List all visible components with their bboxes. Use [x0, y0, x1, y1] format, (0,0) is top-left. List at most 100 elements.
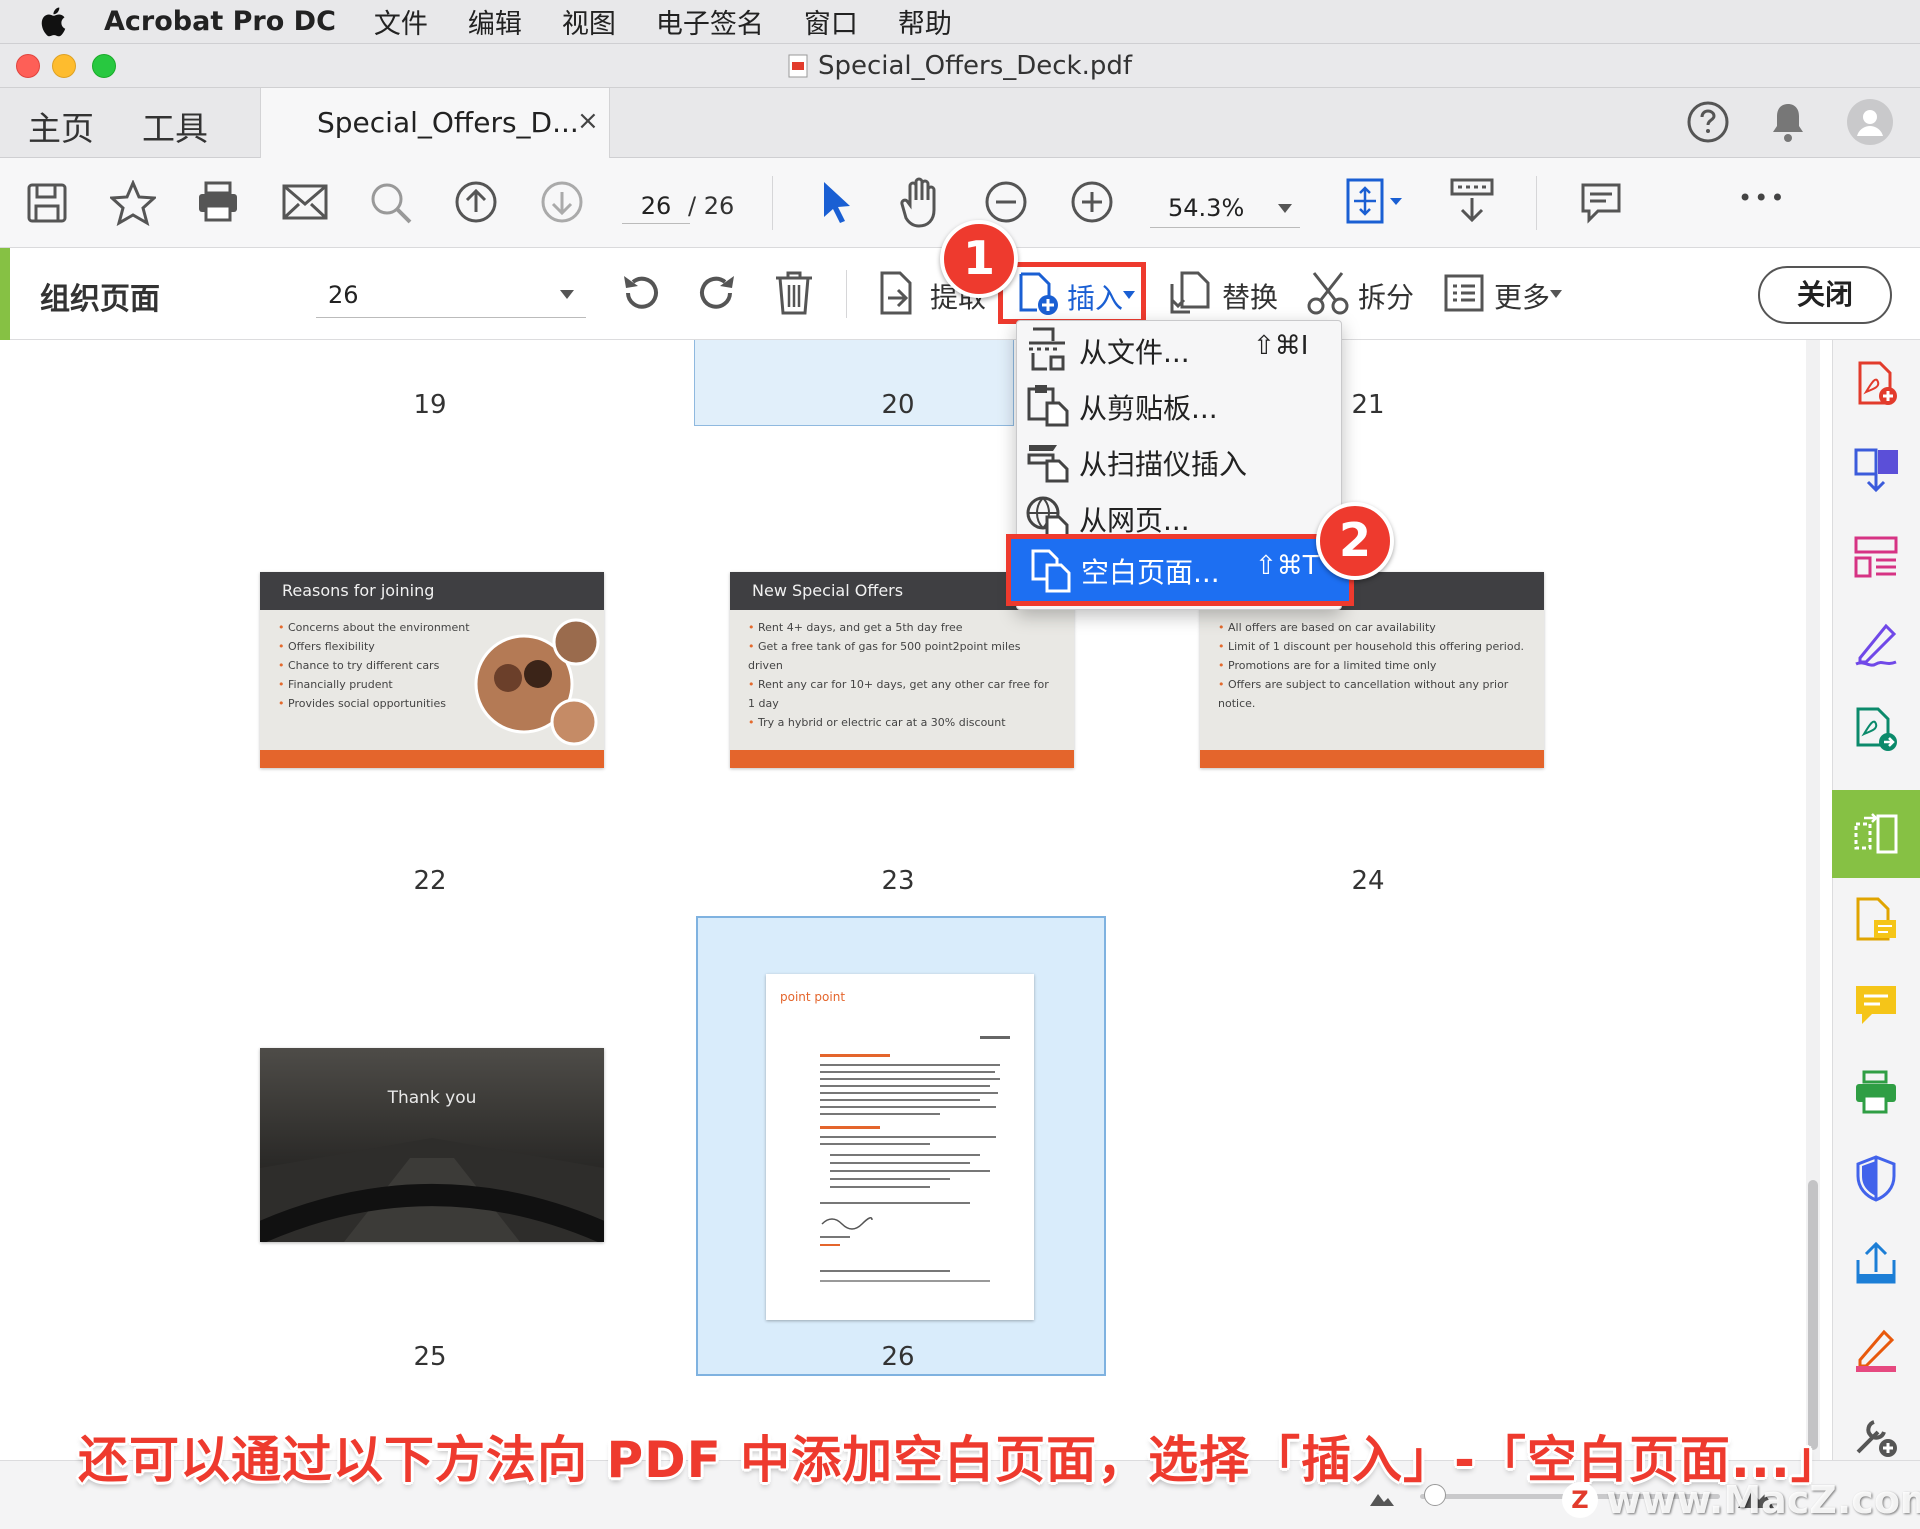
menu-item-label: 从文件... — [1079, 336, 1190, 369]
replace-icon[interactable] — [1168, 270, 1212, 316]
list-item: Promotions are for a limited time only — [1218, 656, 1526, 675]
menu-esign[interactable]: 电子签名 — [656, 2, 764, 41]
select-arrow-icon[interactable] — [818, 178, 856, 226]
road-steering-wheel-image — [260, 1138, 604, 1242]
menu-item-from-file[interactable]: 从文件... ⇧⌘I — [1017, 321, 1343, 375]
edit-pdf-layout-icon[interactable] — [1852, 534, 1900, 582]
menu-edit[interactable]: 编辑 — [468, 2, 522, 41]
watermark-logo: Z — [1562, 1482, 1598, 1518]
page-22-thumbnail[interactable]: Reasons for joining Concerns about the e… — [260, 572, 604, 768]
tab-document-label: Special_Offers_D... — [317, 106, 579, 139]
document-text-lines — [820, 1036, 1010, 1282]
menu-item-shortcut: ⇧⌘I — [1253, 331, 1309, 361]
previous-page-icon[interactable] — [454, 180, 498, 224]
people-photo-collage — [474, 618, 600, 746]
menu-item-blank-page[interactable]: 空白页面... ⇧⌘T — [1006, 534, 1354, 606]
list-item: Try a hybrid or electric car at a 30% di… — [748, 713, 1056, 732]
search-zoom-icon[interactable] — [368, 180, 414, 226]
step-badge-2: 2 — [1316, 502, 1394, 580]
page-range-value: 26 — [328, 281, 359, 309]
chevron-down-icon — [560, 290, 574, 299]
apple-icon[interactable] — [38, 5, 72, 39]
list-item: Get a free tank of gas for 500 point2poi… — [748, 637, 1056, 675]
scrollbar-thumb[interactable] — [1808, 1180, 1818, 1450]
bell-icon[interactable] — [1768, 100, 1808, 144]
export-pdf-icon[interactable] — [1852, 706, 1900, 754]
list-item: All offers are based on car availability — [1218, 618, 1526, 637]
slide-text: Thank you — [387, 1088, 477, 1108]
menu-item-from-clipboard[interactable]: 从剪贴板... — [1017, 377, 1343, 431]
slide-title: Reasons for joining — [260, 572, 604, 610]
trash-icon[interactable] — [774, 270, 814, 316]
title-bar: Special_Offers_Deck.pdf — [0, 44, 1920, 88]
next-page-icon[interactable] — [540, 180, 584, 224]
page-number-input[interactable]: 26 — [622, 188, 690, 224]
page-range-select[interactable]: 26 — [316, 272, 586, 318]
menu-item-label: 从扫描仪插入 — [1079, 448, 1248, 481]
page-label-23: 23 — [881, 866, 915, 896]
chevron-down-icon — [1278, 204, 1292, 213]
hand-tool-icon[interactable] — [896, 176, 946, 228]
toolbar-divider — [846, 270, 847, 318]
more-options-icon[interactable] — [1444, 274, 1484, 312]
menu-item-shortcut: ⇧⌘T — [1255, 551, 1319, 581]
email-icon[interactable] — [282, 184, 328, 220]
share-upload-icon[interactable] — [1852, 1240, 1900, 1288]
comment-tool-icon[interactable] — [1852, 896, 1900, 944]
print-production-icon[interactable] — [1852, 1068, 1900, 1116]
page-label-19: 19 — [413, 390, 447, 420]
protect-shield-icon[interactable] — [1852, 1154, 1900, 1202]
combine-files-icon[interactable] — [1852, 446, 1900, 494]
help-icon[interactable] — [1686, 100, 1730, 144]
fill-sign-icon[interactable] — [1852, 620, 1900, 668]
organize-pages-title: 组织页面 — [40, 282, 160, 317]
menu-file[interactable]: 文件 — [374, 2, 428, 41]
menu-help[interactable]: 帮助 — [898, 2, 952, 41]
tab-document[interactable]: Special_Offers_D... × — [260, 88, 610, 158]
insert-button[interactable]: 插入 — [998, 262, 1146, 324]
slide-footer-bar — [730, 750, 1074, 768]
zoom-in-icon[interactable] — [1070, 180, 1114, 224]
page-25-thumbnail[interactable]: Thank you — [260, 1048, 604, 1242]
more-tools-button[interactable]: ••• — [1738, 184, 1786, 212]
rotate-cw-icon[interactable] — [694, 270, 740, 316]
replace-button[interactable]: 替换 — [1222, 276, 1278, 316]
menu-item-label: 空白页面... — [1081, 556, 1220, 589]
tab-close-button[interactable]: × — [577, 106, 599, 136]
zoom-level-select[interactable]: 54.3% — [1150, 188, 1300, 228]
list-item: Limit of 1 discount per household this o… — [1218, 637, 1526, 656]
redact-pen-icon[interactable] — [1852, 1326, 1900, 1374]
slide-bullet-list: All offers are based on car availability… — [1200, 610, 1544, 721]
create-pdf-icon[interactable] — [1852, 360, 1900, 408]
menu-item-from-scanner[interactable]: 从扫描仪插入 — [1017, 433, 1343, 487]
comment-icon[interactable] — [1580, 182, 1622, 224]
fit-page-icon[interactable] — [1346, 178, 1406, 224]
tab-home[interactable]: 主页 — [28, 102, 94, 150]
more-button[interactable]: 更多 — [1494, 276, 1550, 316]
file-insert-icon — [1029, 327, 1065, 371]
zoom-out-icon[interactable] — [984, 180, 1028, 224]
add-comment-icon[interactable] — [1852, 982, 1900, 1030]
extract-icon[interactable] — [876, 270, 916, 316]
user-avatar-icon[interactable] — [1846, 98, 1894, 146]
print-icon[interactable] — [196, 180, 240, 224]
menu-view[interactable]: 视图 — [562, 2, 616, 41]
close-organize-button[interactable]: 关闭 — [1758, 266, 1892, 324]
split-scissors-icon[interactable] — [1306, 270, 1350, 316]
chevron-down-icon — [1550, 290, 1562, 298]
save-icon[interactable] — [26, 182, 68, 224]
rotate-ccw-icon[interactable] — [618, 270, 664, 316]
menu-window[interactable]: 窗口 — [804, 2, 858, 41]
app-name[interactable]: Acrobat Pro DC — [104, 6, 336, 37]
menu-item-label: 从网页... — [1079, 504, 1190, 537]
tab-tools[interactable]: 工具 — [142, 102, 208, 150]
insert-page-icon — [1019, 272, 1058, 315]
scroll-mode-icon[interactable] — [1448, 178, 1496, 224]
page-26-thumbnail[interactable]: point point — [766, 974, 1034, 1320]
split-button[interactable]: 拆分 — [1358, 276, 1414, 316]
organize-pages-icon[interactable] — [1852, 810, 1900, 858]
bookmark-star-icon[interactable] — [110, 180, 156, 226]
step-badge-1: 1 — [940, 220, 1018, 298]
blank-page-icon — [1031, 549, 1071, 593]
list-item: Rent any car for 10+ days, get any other… — [748, 675, 1056, 713]
